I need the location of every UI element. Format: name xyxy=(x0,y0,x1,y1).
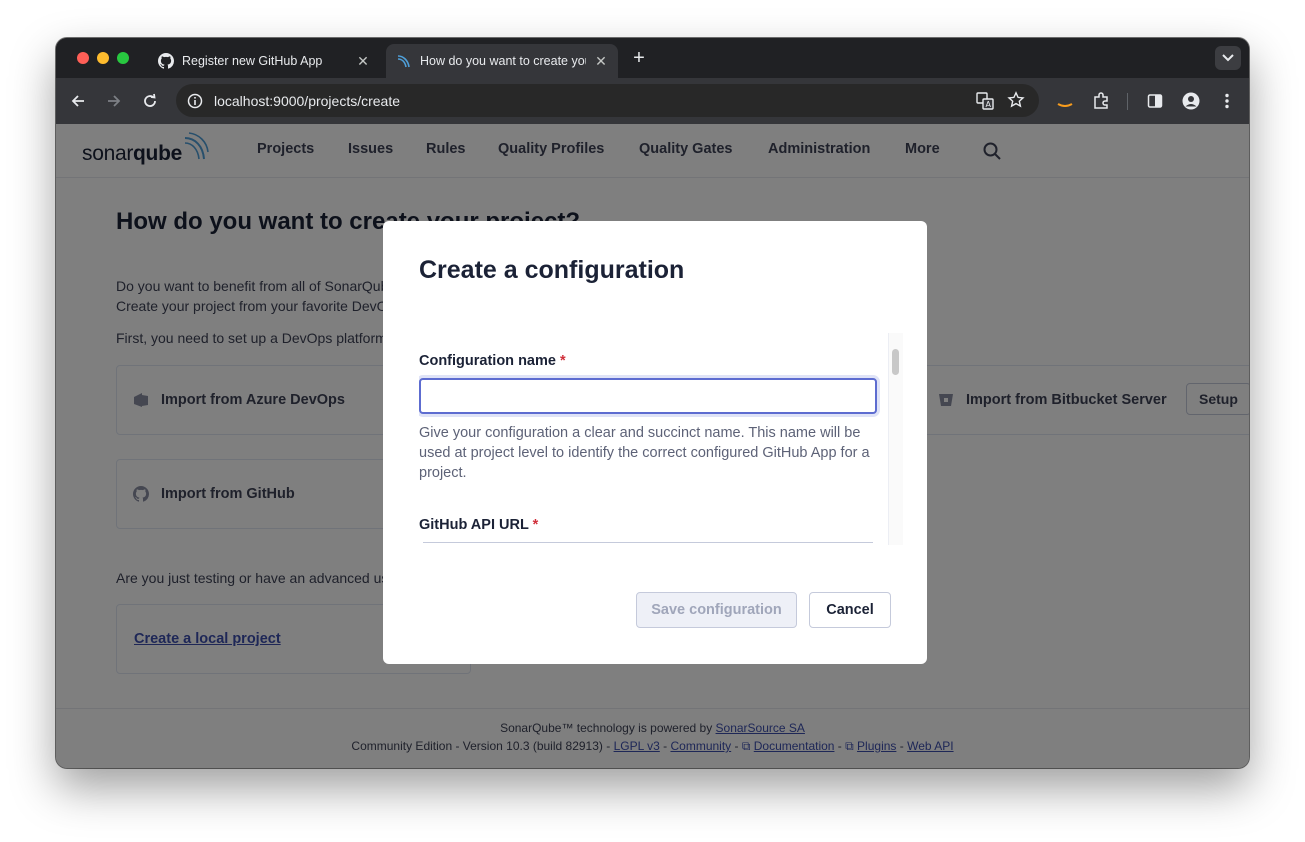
create-configuration-modal: Create a configuration Configuration nam… xyxy=(383,221,927,664)
modal-scrollbar[interactable] xyxy=(888,333,903,545)
arrow-right-icon xyxy=(108,95,121,107)
tab-title: Register new GitHub App xyxy=(182,54,323,68)
configuration-name-label-text: Configuration name xyxy=(419,353,556,369)
url-host: localhost xyxy=(214,92,270,109)
bookmark-star-icon[interactable] xyxy=(1007,91,1025,114)
side-panel-icon[interactable] xyxy=(1145,91,1165,111)
github-api-url-label: GitHub API URL * xyxy=(419,517,538,533)
zoom-window-button[interactable] xyxy=(117,52,129,64)
github-icon xyxy=(158,53,174,69)
amazon-extension-icon[interactable] xyxy=(1055,91,1075,111)
required-mark: * xyxy=(559,353,566,369)
close-icon[interactable]: ✕ xyxy=(356,53,370,70)
address-bar[interactable]: localhost:9000/projects/create A xyxy=(176,84,1039,117)
configuration-name-help: Give your configuration a clear and succ… xyxy=(419,425,870,481)
tab-strip: Register new GitHub App ✕ How do you wan… xyxy=(56,38,1249,78)
configuration-name-input[interactable] xyxy=(419,378,877,414)
arrow-left-icon xyxy=(71,95,84,107)
tab-title: How do you want to create your project? xyxy=(420,54,586,68)
reload-icon xyxy=(144,93,156,107)
new-tab-button[interactable]: + xyxy=(628,48,650,70)
modal-scroll-body[interactable]: Configuration name * Give your configura… xyxy=(419,333,903,545)
tab-create-project[interactable]: How do you want to create your project? … xyxy=(386,44,618,78)
required-mark: * xyxy=(532,517,539,533)
menu-kebab-icon[interactable] xyxy=(1217,91,1237,111)
toolbar-divider xyxy=(1127,93,1128,110)
save-configuration-button[interactable]: Save configuration xyxy=(636,592,797,628)
page-viewport: sonarqube Projects Issues Rules Quality … xyxy=(56,124,1249,768)
github-api-url-input[interactable] xyxy=(423,542,873,545)
close-window-button[interactable] xyxy=(77,52,89,64)
reload-button[interactable] xyxy=(140,91,160,111)
github-api-url-label-text: GitHub API URL xyxy=(419,517,529,533)
url-path: :9000/projects/create xyxy=(269,92,401,109)
modal-title: Create a configuration xyxy=(419,256,685,284)
close-icon[interactable]: ✕ xyxy=(594,53,608,70)
chevron-down-icon xyxy=(1222,54,1234,62)
sonarqube-icon xyxy=(396,53,412,69)
cancel-button[interactable]: Cancel xyxy=(809,592,891,628)
configuration-name-label: Configuration name * xyxy=(419,353,566,369)
translate-icon[interactable]: A xyxy=(976,92,994,115)
tab-register-github-app[interactable]: Register new GitHub App ✕ xyxy=(148,44,380,78)
profile-avatar-icon[interactable] xyxy=(1181,91,1201,111)
forward-button[interactable] xyxy=(104,91,124,111)
scrollbar-thumb[interactable] xyxy=(892,349,899,375)
browser-toolbar: localhost:9000/projects/create A xyxy=(56,78,1249,124)
browser-window: Register new GitHub App ✕ How do you wan… xyxy=(56,38,1249,768)
site-info-icon[interactable] xyxy=(184,90,206,112)
svg-text:A: A xyxy=(986,100,992,109)
tab-search-button[interactable] xyxy=(1215,46,1241,70)
url-text: localhost:9000/projects/create xyxy=(214,93,400,109)
extensions-icon[interactable] xyxy=(1091,91,1111,111)
back-button[interactable] xyxy=(68,91,88,111)
minimize-window-button[interactable] xyxy=(97,52,109,64)
